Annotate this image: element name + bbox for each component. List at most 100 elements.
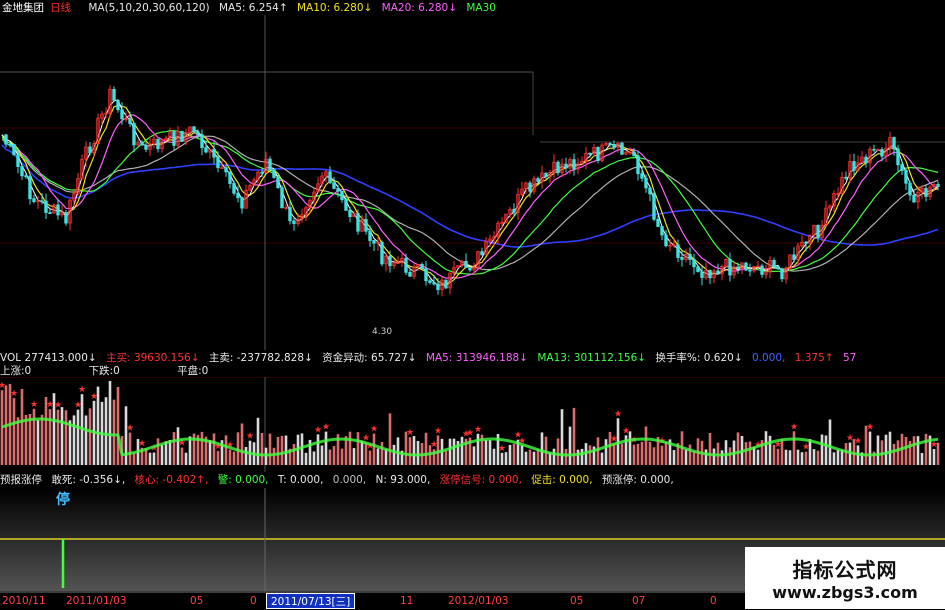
candle-body	[544, 172, 548, 177]
volume-bar	[836, 449, 840, 465]
period-label[interactable]: 日线	[50, 2, 71, 14]
volume-bar	[112, 399, 116, 465]
candle-body	[4, 134, 8, 145]
volume-bar	[824, 435, 828, 465]
candle-body	[428, 280, 432, 283]
candle-body	[908, 182, 912, 196]
volume-bar	[40, 414, 44, 465]
volume-bar	[904, 437, 908, 465]
volume-bar	[328, 449, 332, 465]
selected-date[interactable]: 2011/07/13[三]	[266, 593, 356, 609]
volume-bar	[768, 435, 772, 465]
volume-bar	[784, 449, 788, 465]
candle-body	[380, 241, 384, 265]
time-label: 2012/01/03	[448, 595, 509, 607]
ind-f1: 敢死: -0.356↓,	[51, 474, 126, 486]
volume-star-mark: ★	[614, 409, 622, 419]
candle-body	[240, 197, 244, 209]
volume-bar	[912, 436, 916, 465]
kline-header: 金地集团 日线 MA(5,10,20,30,60,120) MA5: 6.254↑…	[0, 0, 502, 16]
volume-bar	[368, 450, 372, 465]
time-label: 07	[632, 595, 646, 607]
candle-body	[16, 154, 20, 167]
candle-body	[676, 244, 680, 258]
ma20-value: MA20: 6.280↓	[381, 2, 458, 14]
volume-chart[interactable]: ★★★ ★ ★ ★★★★★ ★ ★ ★ ★★★ ★★★★ ★★★ ★★ ★★★★ ★★★★ ★ ★ ★★★★ ★…	[0, 377, 945, 472]
volume-bar	[868, 431, 872, 465]
candle-body	[776, 266, 780, 270]
volume-bar	[756, 449, 760, 465]
candle-body	[112, 89, 116, 101]
candle-body	[864, 156, 868, 164]
volume-bar	[820, 434, 824, 465]
candle-body	[340, 190, 344, 201]
candle-body	[780, 268, 784, 280]
ind-f7: 涨停信号: 0.000,	[439, 474, 522, 486]
volume-bar	[376, 448, 380, 465]
candle-body	[232, 182, 236, 194]
volume-bar	[284, 435, 288, 465]
candle-body	[180, 131, 184, 142]
time-label: 05	[190, 595, 204, 607]
candle-body	[528, 182, 532, 192]
indicator-name[interactable]: 预报涨停	[0, 474, 42, 486]
candle-body	[588, 152, 592, 155]
volume-bar	[412, 436, 416, 465]
candle-body	[680, 256, 684, 260]
volume-bar	[600, 452, 604, 465]
volume-bar	[104, 397, 108, 465]
volume-panel[interactable]: VOL 277413.000↓ 主买: 39630.156↓ 主卖: -2377…	[0, 350, 945, 472]
candle-body	[196, 131, 200, 136]
volume-bar	[96, 386, 100, 465]
volume-bar	[888, 431, 892, 465]
volume-bar	[232, 451, 236, 465]
volume-bar	[604, 439, 608, 465]
candle-body	[716, 270, 720, 275]
volume-bar	[444, 450, 448, 465]
volume-star-mark: ★	[434, 427, 442, 437]
volume-bar	[748, 441, 752, 465]
volume-bar	[916, 436, 920, 465]
kline-panel[interactable]: 金地集团 日线 MA(5,10,20,30,60,120) MA5: 6.254↑…	[0, 0, 945, 350]
candle-body	[272, 169, 276, 178]
volume-bar	[164, 441, 168, 465]
stock-name: 金地集团	[2, 2, 44, 14]
volume-bar	[644, 426, 648, 465]
volume-bar	[72, 415, 76, 465]
volume-bar	[200, 431, 204, 465]
volume-bar	[576, 449, 580, 465]
candle-body	[192, 126, 196, 133]
candle-body	[760, 265, 764, 275]
ma60-line	[1, 144, 939, 248]
ma30-value: MA30	[466, 2, 496, 14]
flat-count: 平盘:0	[177, 365, 209, 377]
watermark-line2: www.zbgs3.com	[772, 583, 918, 602]
candle-body	[880, 149, 884, 157]
main-sell-value: 主卖: -237782.828↓	[208, 352, 313, 364]
watermark: 指标公式网 www.zbgs3.com	[745, 547, 945, 609]
volume-bar	[76, 409, 80, 465]
time-label: 2011/01/03	[66, 595, 127, 607]
candle-body	[708, 269, 712, 279]
candle-body	[572, 159, 576, 170]
volume-bar	[692, 451, 696, 465]
volume-bar	[724, 440, 728, 465]
candle-body	[260, 171, 264, 174]
volume-bar	[228, 449, 232, 465]
volume-bar	[348, 431, 352, 465]
volume-bar	[796, 449, 800, 465]
volume-bar	[528, 449, 532, 465]
candle-body	[700, 271, 704, 278]
volume-bar	[28, 414, 32, 465]
candle-body	[688, 254, 692, 260]
candle-body	[636, 155, 640, 175]
candle-body	[424, 268, 428, 282]
up-count: 上涨:0	[0, 365, 32, 377]
volume-bar	[564, 449, 568, 465]
ind-f9: 预涨停: 0.000,	[601, 474, 674, 486]
candle-body	[792, 254, 796, 261]
volume-bar	[892, 443, 896, 465]
candle-body	[44, 200, 48, 213]
kline-chart[interactable]	[0, 15, 945, 350]
volume-bar	[652, 447, 656, 465]
